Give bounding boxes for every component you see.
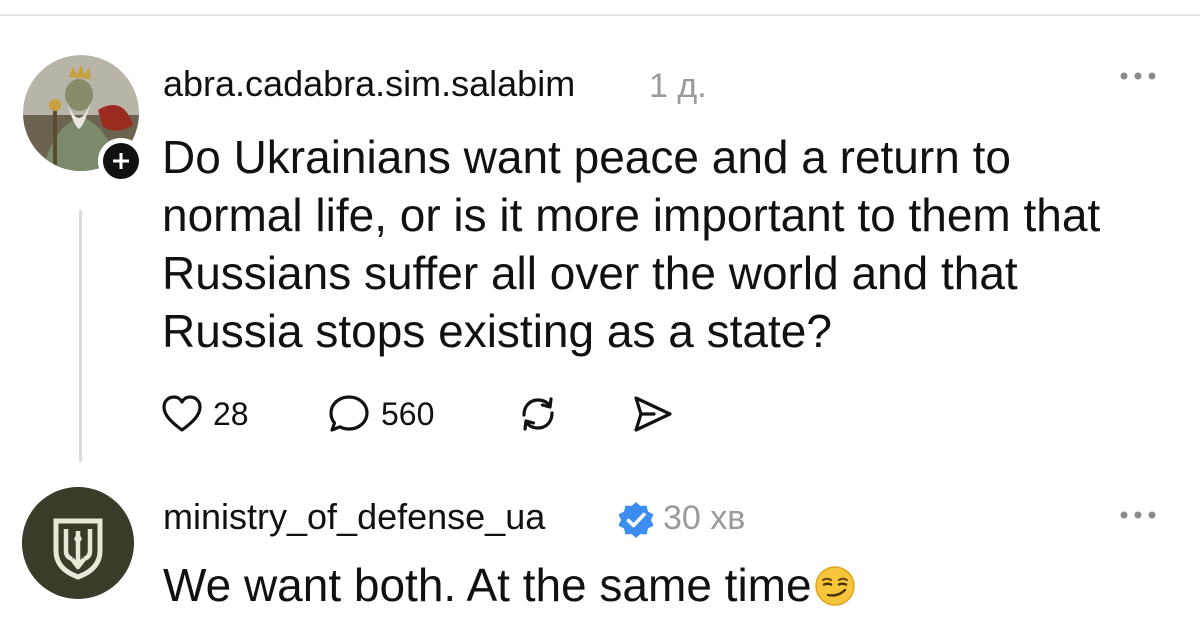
reply-username[interactable]: ministry_of_defense_ua [163,497,545,537]
post-username[interactable]: abra.cadabra.sim.salabim [163,64,575,104]
like-count: 28 [213,395,249,432]
smirking-face-icon [814,565,856,607]
repost-icon [522,397,554,431]
avatar[interactable] [22,487,134,599]
more-horizontal-icon [1120,511,1156,519]
reply-more-button[interactable] [1116,505,1160,525]
comment-button[interactable]: 560 [327,392,434,436]
like-button[interactable]: 28 [161,392,249,436]
repost-button[interactable] [515,392,561,436]
plus-icon [113,153,129,169]
post-more-button[interactable] [1116,66,1160,86]
comment-count: 560 [381,395,435,432]
verified-badge-icon [616,500,656,540]
post-time: 1 д. [649,67,707,105]
speech-bubble-icon [329,395,369,432]
follow-button[interactable] [98,138,144,184]
reply-text-content: We want both. At the same time [163,559,812,611]
thread-line [79,210,82,462]
reply-text: We want both. At the same time [163,557,1123,613]
post-text: Do Ukrainians want peace and a return to… [162,131,1101,357]
top-divider [0,14,1200,16]
reply-time: 30 хв [663,499,746,537]
heart-icon [162,395,202,432]
more-horizontal-icon [1120,72,1156,80]
send-icon [634,396,672,432]
share-button[interactable] [630,392,676,436]
